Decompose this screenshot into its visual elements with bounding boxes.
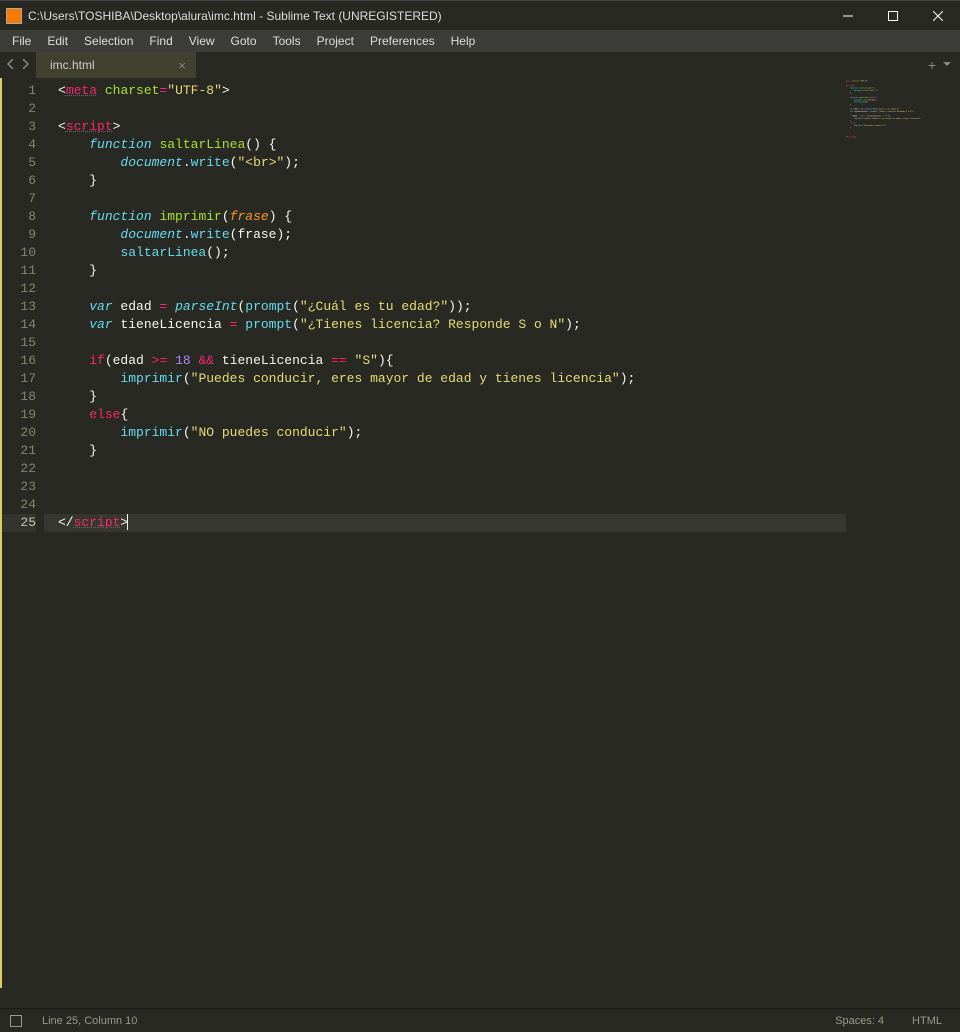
- new-tab-icon[interactable]: +: [928, 57, 936, 73]
- statusbar: Line 25, Column 10 Spaces: 4 HTML: [0, 1008, 960, 1032]
- vertical-scrollbar[interactable]: [946, 78, 960, 1008]
- close-button[interactable]: [915, 1, 960, 31]
- tab-imc-html[interactable]: imc.html ×: [36, 52, 196, 78]
- tab-close-icon[interactable]: ×: [178, 58, 186, 73]
- minimize-button[interactable]: [825, 1, 870, 31]
- status-indent[interactable]: Spaces: 4: [827, 1015, 892, 1027]
- panel-switcher-icon[interactable]: [10, 1015, 22, 1027]
- menu-file[interactable]: File: [4, 31, 39, 51]
- maximize-button[interactable]: [870, 1, 915, 31]
- menu-view[interactable]: View: [181, 31, 223, 51]
- menu-goto[interactable]: Goto: [223, 31, 265, 51]
- dirty-indicator: [0, 78, 2, 988]
- history-back-icon[interactable]: [6, 58, 16, 72]
- history-forward-icon[interactable]: [20, 58, 30, 72]
- menubar: File Edit Selection Find View Goto Tools…: [0, 30, 960, 52]
- menu-help[interactable]: Help: [443, 31, 484, 51]
- window-title: C:\Users\TOSHIBA\Desktop\alura\imc.html …: [28, 9, 825, 23]
- minimap[interactable]: <meta charset="UTF-8"><script> function …: [846, 78, 946, 1008]
- menu-find[interactable]: Find: [141, 31, 180, 51]
- status-position[interactable]: Line 25, Column 10: [34, 1015, 145, 1027]
- tab-bar: imc.html × +: [0, 52, 960, 78]
- tab-label: imc.html: [50, 58, 95, 72]
- menu-project[interactable]: Project: [309, 31, 362, 51]
- window-controls: [825, 1, 960, 31]
- editor-area: 1234567891011121314151617181920212223242…: [0, 78, 960, 1008]
- menu-preferences[interactable]: Preferences: [362, 31, 443, 51]
- code-editor[interactable]: <meta charset="UTF-8"><script> function …: [44, 78, 846, 1008]
- menu-edit[interactable]: Edit: [39, 31, 76, 51]
- status-syntax[interactable]: HTML: [904, 1015, 950, 1027]
- menu-tools[interactable]: Tools: [265, 31, 309, 51]
- menu-selection[interactable]: Selection: [76, 31, 141, 51]
- app-icon: [6, 8, 22, 24]
- window-titlebar: C:\Users\TOSHIBA\Desktop\alura\imc.html …: [0, 0, 960, 30]
- tab-dropdown-icon[interactable]: [942, 58, 952, 72]
- line-number-gutter[interactable]: 1234567891011121314151617181920212223242…: [0, 78, 44, 1008]
